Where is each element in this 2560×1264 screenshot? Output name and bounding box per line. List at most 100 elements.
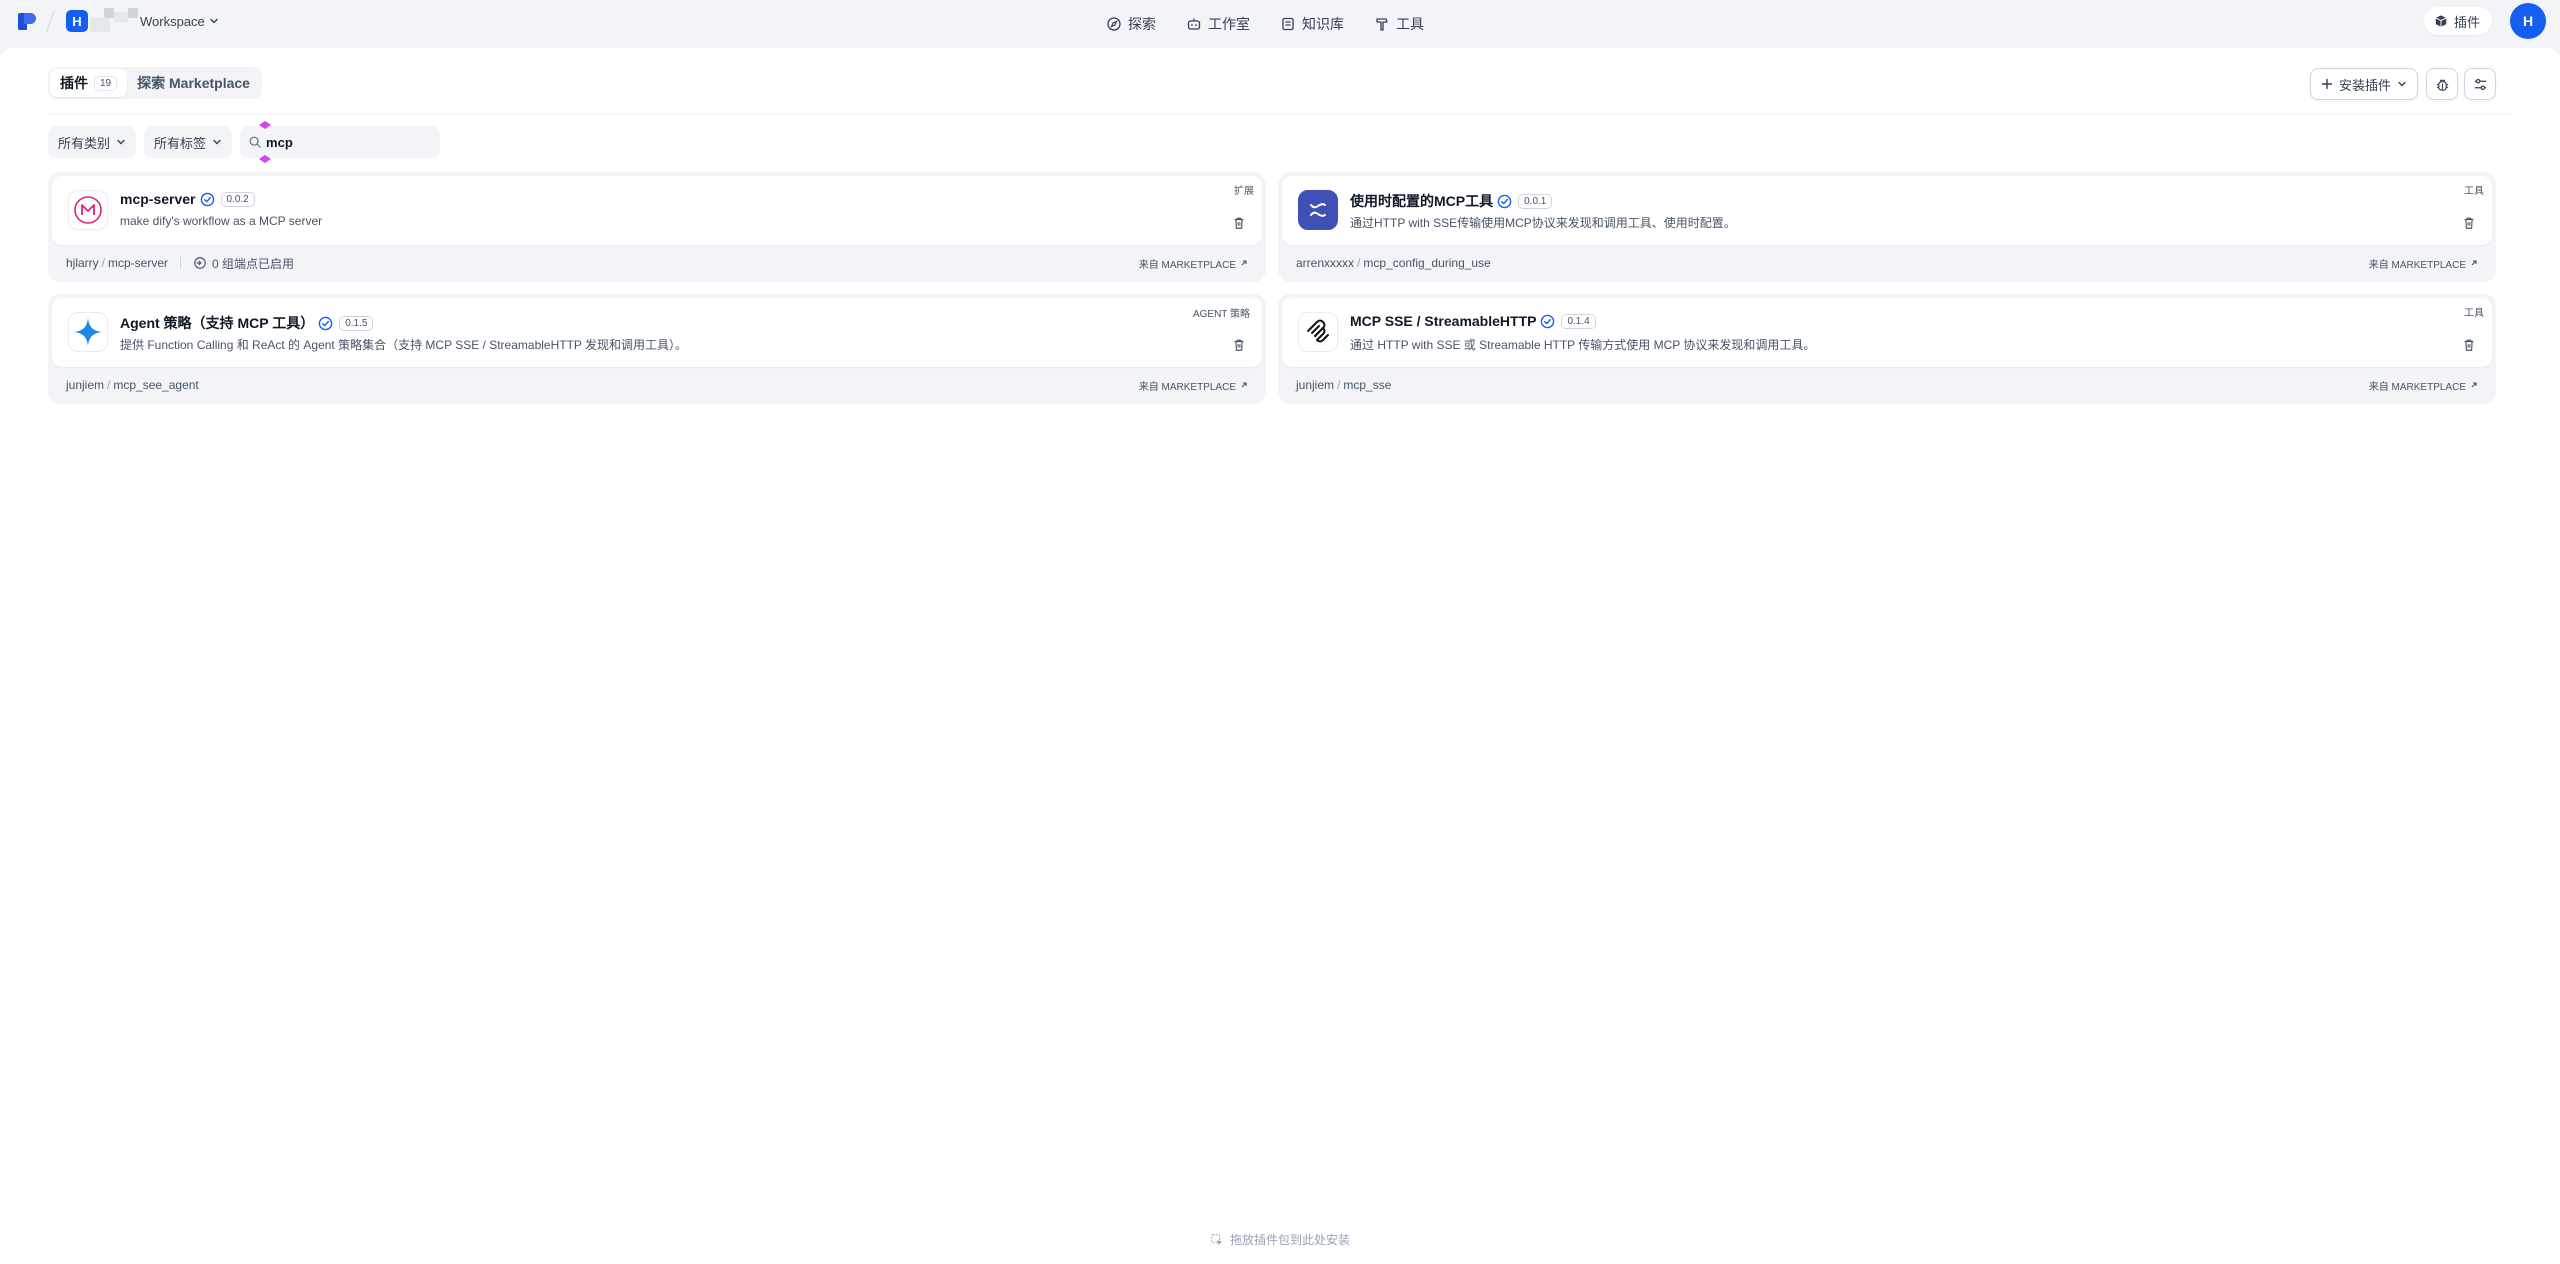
plugins-button-label: 插件: [2454, 14, 2481, 30]
plugin-category-tag: AGENT 策略: [1188, 304, 1254, 321]
plugin-card-body: 工具 使用时配置的MCP工具 0.0.1 通过HTTP with SSE传输使用…: [1282, 176, 2492, 245]
header-divider: [48, 114, 2512, 115]
trash-icon[interactable]: [1232, 216, 1246, 230]
marketplace-link[interactable]: 来自 MARKETPLACE: [1139, 256, 1248, 271]
trash-icon[interactable]: [1232, 338, 1246, 352]
plugin-title-row: MCP SSE / StreamableHTTP 0.1.4: [1350, 313, 1596, 329]
marketplace-link[interactable]: 来自 MARKETPLACE: [2369, 256, 2478, 271]
endpoints-status-text: 0 组端点已启用: [212, 256, 295, 271]
divider: [180, 257, 182, 269]
install-plugin-button[interactable]: 安装插件: [2310, 68, 2419, 100]
robot-icon: [1187, 18, 1201, 30]
drag-drop-hint: 拖放插件包到此处安装: [0, 1231, 2560, 1248]
search-input[interactable]: [266, 134, 427, 150]
bug-icon: [2436, 79, 2448, 91]
top-navigation-bar: H Workspace 探索 工作室 知识库 工具 插件 H: [0, 0, 2560, 48]
plugin-title-row: mcp-server 0.0.2: [120, 191, 255, 207]
marketplace-link[interactable]: 来自 MARKETPLACE: [1139, 378, 1248, 393]
text-cursor-marker-icon: [259, 121, 272, 163]
verified-badge-icon: [200, 192, 214, 206]
external-arrow-icon: [1241, 260, 1247, 266]
tag-filter[interactable]: 所有标签: [144, 126, 233, 158]
divider: [45, 10, 65, 32]
plugin-card[interactable]: 扩展 mcp-server 0.0.2 make dify's workflow…: [48, 172, 1266, 282]
install-plugin-label: 安装插件: [2339, 77, 2392, 93]
tab-plugins[interactable]: 插件 19: [50, 69, 128, 97]
plugin-card-body: AGENT 策略 Agent 策略（支持 MCP 工具） 0.1.5 提供 Fu…: [52, 298, 1262, 367]
plugins-button[interactable]: 插件: [2424, 7, 2493, 35]
external-arrow-icon: [2471, 382, 2477, 388]
plugin-card-body: 工具 MCP SSE / StreamableHTTP 0.1.4 通过 HTT…: [1282, 298, 2492, 367]
filter-bar: 所有类别 所有标签: [48, 121, 441, 163]
chevron-down-icon: [213, 139, 221, 145]
category-filter-label: 所有类别: [58, 135, 111, 151]
plugin-version: 0.0.2: [220, 191, 255, 207]
settings-button[interactable]: [2464, 68, 2496, 100]
book-icon: [1282, 17, 1294, 31]
mcp-sse-logo-icon: [1298, 312, 1338, 352]
endpoints-status[interactable]: 0 组端点已启用: [193, 255, 294, 272]
cube-icon: [2435, 15, 2447, 27]
compass-icon: [1107, 17, 1121, 31]
nav-studio-label: 工作室: [1208, 16, 1250, 32]
tag-filter-label: 所有标签: [154, 135, 207, 151]
chevron-down-icon: [117, 139, 125, 145]
workspace-name: Workspace: [140, 13, 205, 29]
tab-marketplace[interactable]: 探索 Marketplace: [127, 69, 260, 97]
nav-knowledge[interactable]: 知识库: [1274, 10, 1350, 38]
plugin-category-tag: 扩展: [1234, 186, 1254, 197]
plugin-card[interactable]: 工具 使用时配置的MCP工具 0.0.1 通过HTTP with SSE传输使用…: [1278, 172, 2496, 282]
plugin-name: MCP SSE / StreamableHTTP: [1350, 313, 1537, 329]
plugin-card-footer: hjlarry / mcp-server 0 组端点已启用 来自 MARKETP…: [66, 253, 1248, 273]
workspace-avatar[interactable]: H: [66, 10, 88, 32]
plugin-category-tag: 工具: [2464, 186, 2484, 197]
verified-badge-icon: [318, 316, 333, 330]
nav-studio[interactable]: 工作室: [1180, 10, 1256, 38]
plugin-repo: mcp_see_agent: [113, 378, 199, 392]
workspace-switcher[interactable]: Workspace: [140, 14, 219, 29]
external-arrow-icon: [2471, 260, 2477, 266]
verified-badge-icon: [1541, 314, 1555, 328]
category-filter[interactable]: 所有类别: [48, 126, 137, 158]
tab-plugins-label: 插件: [60, 75, 88, 91]
nav-tools[interactable]: 工具: [1368, 10, 1430, 38]
plugin-tabs: 插件 19 探索 Marketplace: [48, 67, 262, 99]
plugin-repo: mcp-server: [108, 256, 169, 270]
plugin-name: Agent 策略（支持 MCP 工具）: [120, 315, 315, 331]
sliders-icon: [2474, 78, 2486, 90]
plugin-author: hjlarry: [66, 256, 99, 270]
endpoint-icon: [194, 257, 206, 269]
plugin-card[interactable]: AGENT 策略 Agent 策略（支持 MCP 工具） 0.1.5 提供 Fu…: [48, 294, 1266, 404]
plugin-card-footer: arrenxxxxx / mcp_config_during_use 来自 MA…: [1296, 253, 2478, 273]
plugin-card[interactable]: 工具 MCP SSE / StreamableHTTP 0.1.4 通过 HTT…: [1278, 294, 2496, 404]
trash-icon[interactable]: [2462, 338, 2476, 352]
plugin-title-row: Agent 策略（支持 MCP 工具） 0.1.5: [120, 313, 374, 333]
plugin-search[interactable]: [240, 121, 441, 163]
slash-separator: /: [107, 378, 111, 392]
slash-separator: /: [1357, 256, 1361, 270]
drag-drop-icon: [1211, 1233, 1223, 1245]
redacted-workspace-mask: [88, 8, 138, 32]
external-arrow-icon: [1241, 382, 1247, 388]
plugin-name: mcp-server: [120, 191, 196, 207]
slash-separator: /: [101, 256, 106, 270]
trash-icon[interactable]: [2462, 216, 2476, 230]
plugin-description: 通过 HTTP with SSE 或 Streamable HTTP 传输方式使…: [1350, 338, 1816, 352]
plugin-card-body: 扩展 mcp-server 0.0.2 make dify's workflow…: [52, 176, 1262, 245]
plugin-version: 0.1.5: [339, 315, 374, 331]
hammer-icon: [1376, 18, 1388, 31]
nav-explore[interactable]: 探索: [1100, 10, 1162, 38]
drag-drop-hint-text: 拖放插件包到此处安装: [1229, 1233, 1350, 1247]
plugin-title-row: 使用时配置的MCP工具 0.0.1: [1350, 191, 1553, 211]
plugin-author: arrenxxxxx: [1296, 256, 1355, 270]
marketplace-link-label: 来自 MARKETPLACE: [2368, 381, 2466, 393]
plugin-repo: mcp_config_during_use: [1363, 256, 1491, 270]
plugin-category-tag: 工具: [2464, 308, 2484, 319]
debug-button[interactable]: [2426, 68, 2458, 100]
app-logo[interactable]: [18, 10, 38, 32]
user-avatar[interactable]: H: [2510, 3, 2546, 39]
brand-area: H Workspace: [18, 8, 219, 32]
marketplace-link-label: 来自 MARKETPLACE: [2368, 259, 2466, 271]
marketplace-link[interactable]: 来自 MARKETPLACE: [2369, 378, 2478, 393]
plugin-description: 通过HTTP with SSE传输使用MCP协议来发现和调用工具、使用时配置。: [1350, 216, 1736, 230]
